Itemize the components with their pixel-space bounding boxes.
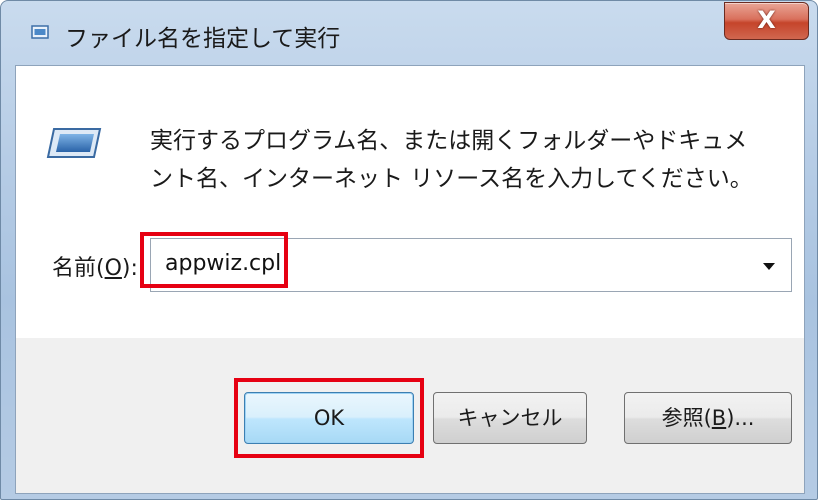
run-program-icon — [46, 128, 102, 158]
instruction-text: 実行するプログラム名、または開くフォルダーやドキュメ ント名、インターネット リ… — [150, 122, 790, 198]
dialog-body: 実行するプログラム名、または開くフォルダーやドキュメ ント名、インターネット リ… — [15, 65, 805, 494]
close-icon: X — [757, 6, 776, 34]
run-dialog: ファイル名を指定して実行 X 実行するプログラム名、または開くフォルダーやドキュ… — [0, 0, 818, 500]
run-icon — [31, 25, 49, 39]
dropdown-arrow-icon[interactable] — [763, 263, 775, 270]
browse-accelerator: B — [711, 406, 727, 430]
content-area: 実行するプログラム名、または開くフォルダーやドキュメ ント名、インターネット リ… — [16, 66, 804, 338]
name-accelerator: O — [104, 256, 122, 281]
highlight-box-ok — [234, 378, 424, 458]
name-label: 名前(O): — [52, 256, 138, 281]
instruction-line-2: ント名、インターネット リソース名を入力してください。 — [150, 166, 753, 192]
cancel-button[interactable]: キャンセル — [433, 392, 587, 444]
close-button[interactable]: X — [724, 2, 809, 40]
browse-button[interactable]: 参照(B)... — [624, 392, 792, 444]
instruction-line-1: 実行するプログラム名、または開くフォルダーやドキュメ — [150, 128, 748, 154]
highlight-box-name — [140, 232, 288, 288]
window-title: ファイル名を指定して実行 — [65, 26, 341, 52]
title-bar[interactable]: ファイル名を指定して実行 X — [1, 1, 817, 57]
